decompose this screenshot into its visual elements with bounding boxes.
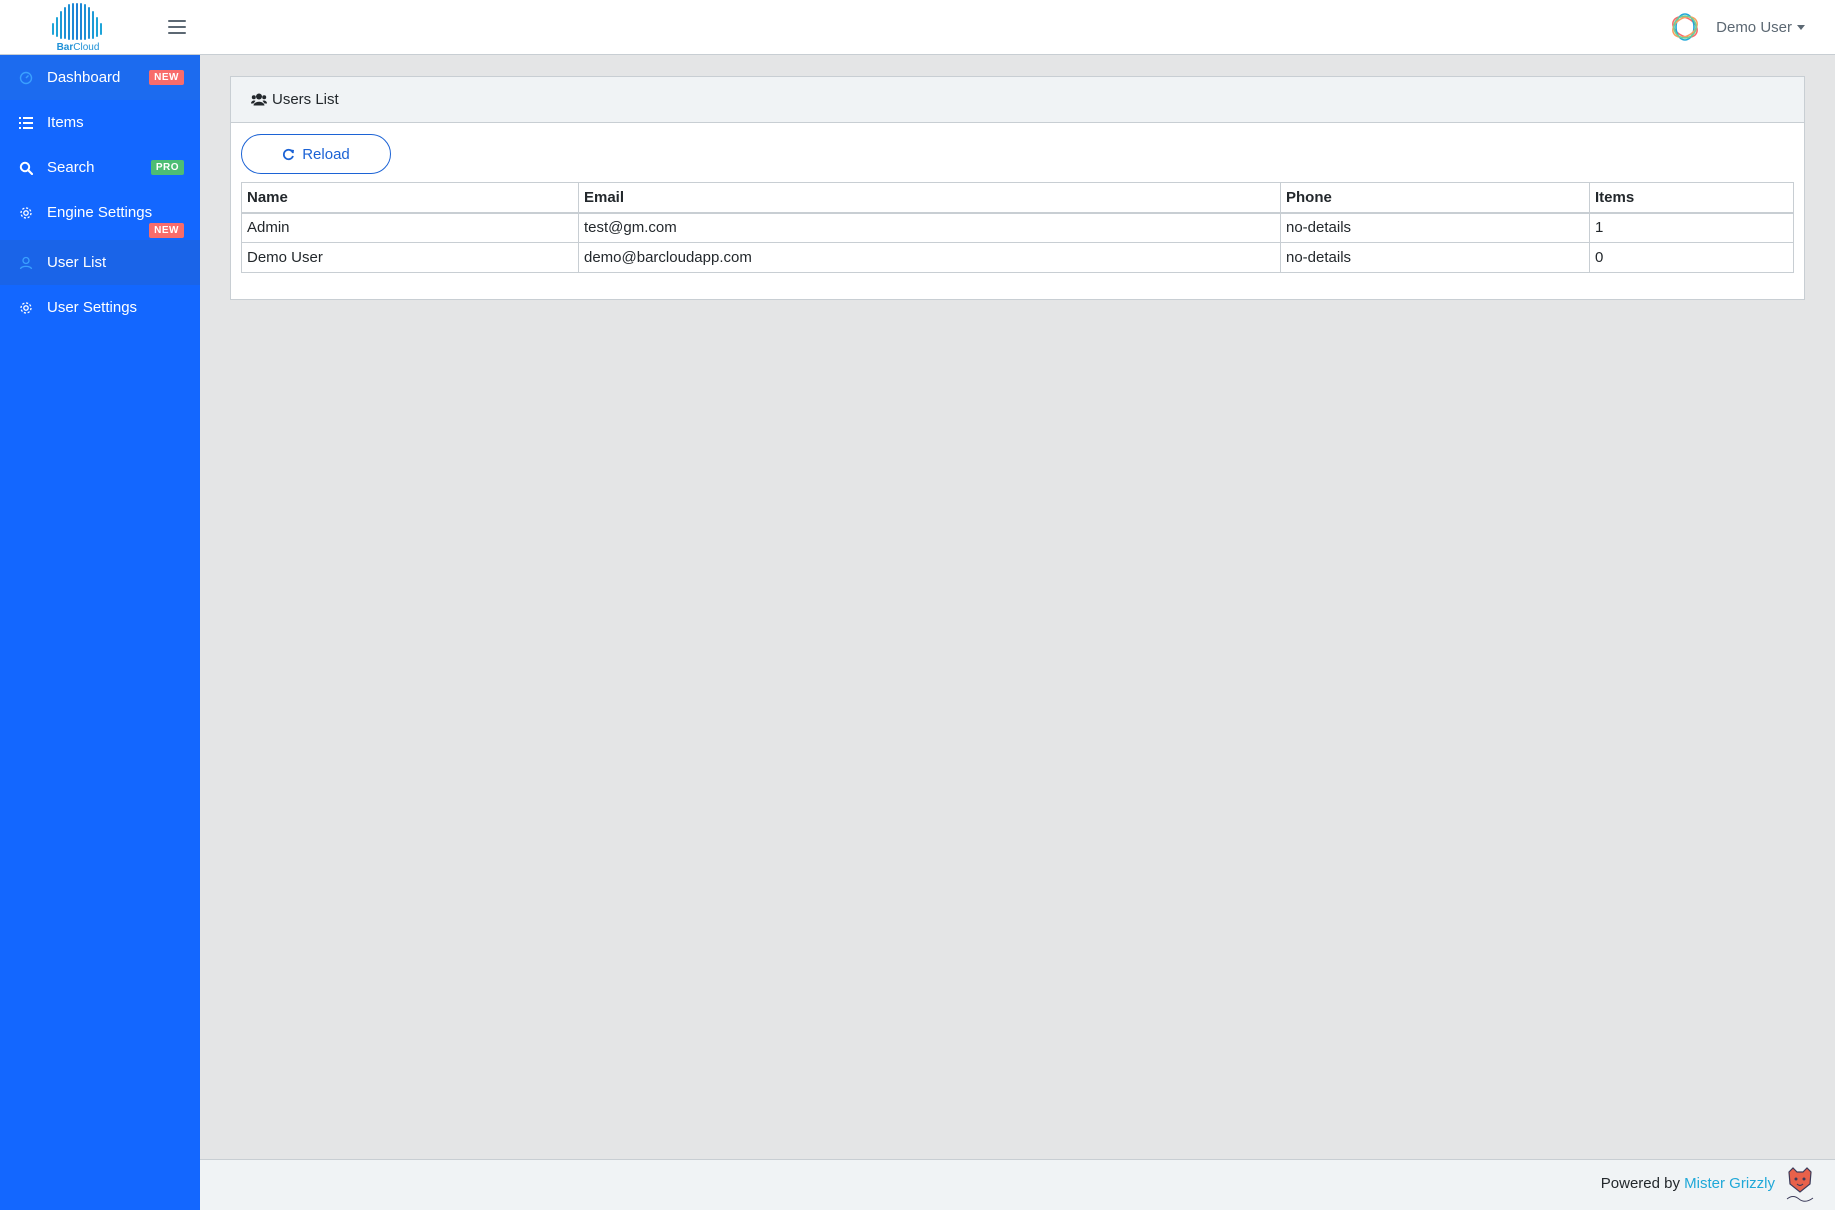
search-icon [18, 160, 34, 176]
card-header: Users List [231, 77, 1804, 123]
column-header-items[interactable]: Items [1589, 182, 1794, 214]
barcloud-logo-mark [52, 3, 102, 40]
table-row[interactable]: Admin test@gm.com no-details 1 [241, 212, 1794, 243]
speedometer-icon [18, 70, 34, 86]
cell-items: 1 [1589, 212, 1794, 243]
sidebar-item-search[interactable]: Search PRO [0, 145, 200, 190]
gear-icon [18, 300, 34, 316]
cell-phone: no-details [1280, 242, 1590, 273]
users-table: Name Email Phone Items Admin test@gm.com… [241, 182, 1794, 273]
column-header-name[interactable]: Name [241, 182, 579, 214]
sidebar-item-label: Engine Settings [47, 204, 153, 221]
reload-label: Reload [302, 145, 350, 163]
user-name: Demo User [1716, 18, 1792, 36]
table-row[interactable]: Demo User demo@barcloudapp.com no-detail… [241, 242, 1794, 273]
new-badge: NEW [149, 223, 184, 238]
sidebar-item-user-list[interactable]: User List [0, 240, 200, 285]
cell-phone: no-details [1280, 212, 1590, 243]
refresh-icon [282, 148, 295, 161]
grizzly-logo-icon [1786, 1167, 1814, 1202]
sidebar-item-label: User Settings [47, 299, 138, 316]
sidebar-item-label: User List [47, 254, 107, 271]
sidebar-item-user-settings[interactable]: User Settings [0, 285, 200, 330]
card-title: Users List [272, 91, 339, 108]
hamburger-icon [168, 20, 186, 22]
top-header: BarCloud Demo User [0, 0, 1835, 55]
user-icon [18, 255, 34, 271]
reload-button[interactable]: Reload [241, 134, 391, 174]
list-icon [18, 115, 34, 131]
sidebar-toggle-button[interactable] [166, 16, 188, 38]
gear-icon [18, 205, 34, 221]
column-header-phone[interactable]: Phone [1280, 182, 1590, 214]
cell-items: 0 [1589, 242, 1794, 273]
footer: Powered by Mister Grizzly [200, 1159, 1835, 1210]
user-menu-dropdown[interactable]: Demo User [1668, 9, 1805, 45]
brand-name: BarCloud [56, 42, 100, 53]
cell-email: test@gm.com [578, 212, 1281, 243]
caret-down-icon [1797, 24, 1805, 30]
sidebar-item-label: Items [47, 114, 84, 131]
sidebar: Dashboard NEW Items Search PRO Engine Se… [0, 55, 200, 1210]
mister-grizzly-link[interactable]: Mister Grizzly [1684, 1175, 1775, 1192]
cell-email: demo@barcloudapp.com [578, 242, 1281, 273]
users-list-card: Users List Reload Name Email Phone Items… [230, 76, 1805, 300]
cell-name: Admin [241, 212, 579, 243]
pro-badge: PRO [150, 160, 184, 175]
footer-credit: Powered by Mister Grizzly [1601, 1175, 1775, 1192]
footer-prefix: Powered by [1600, 1175, 1680, 1192]
users-icon [251, 93, 267, 106]
sidebar-item-label: Dashboard [47, 69, 121, 86]
avatar-icon [1672, 13, 1699, 41]
cell-name: Demo User [241, 242, 579, 273]
new-badge: NEW [149, 70, 184, 85]
sidebar-item-engine-settings[interactable]: Engine Settings NEW [0, 190, 200, 238]
table-header-row: Name Email Phone Items [241, 182, 1794, 214]
sidebar-item-label: Search [47, 159, 95, 176]
column-header-email[interactable]: Email [578, 182, 1281, 214]
barcloud-logo[interactable]: BarCloud [50, 2, 106, 54]
sidebar-item-dashboard[interactable]: Dashboard NEW [0, 55, 200, 100]
sidebar-item-items[interactable]: Items [0, 100, 200, 145]
